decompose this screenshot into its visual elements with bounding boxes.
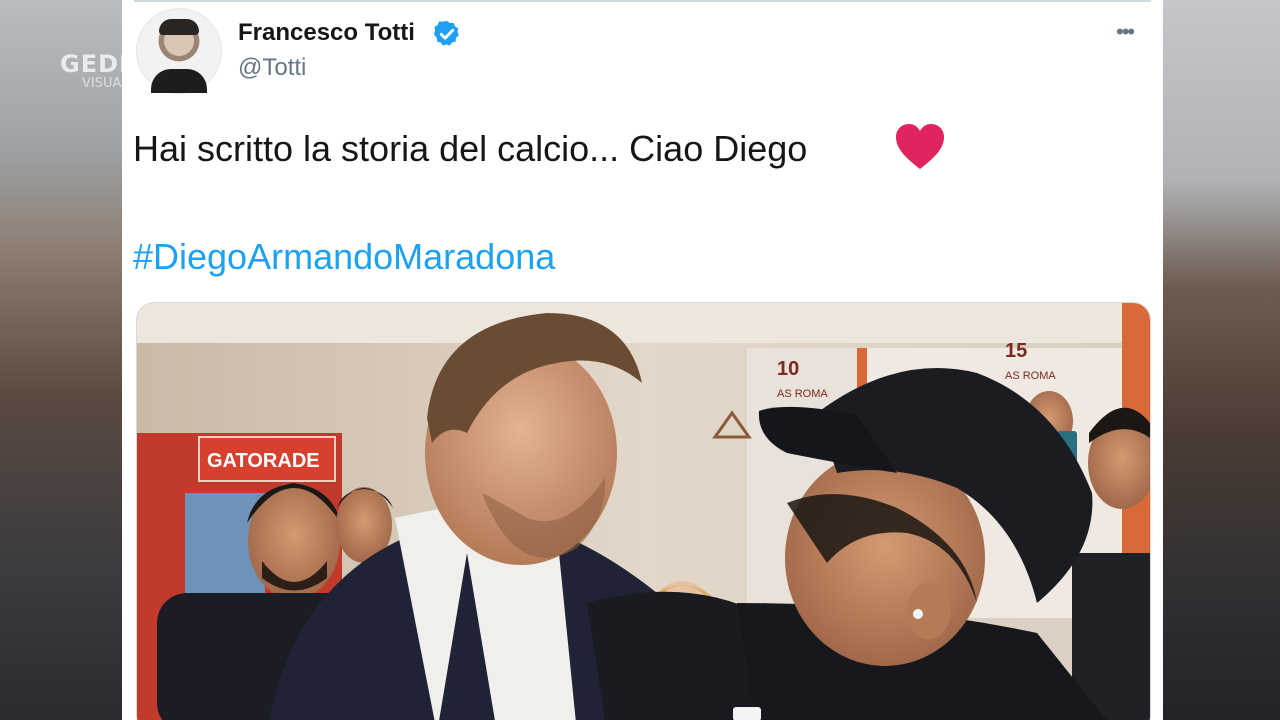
blurred-background-left	[0, 0, 122, 720]
avatar[interactable]	[136, 8, 222, 94]
heart-icon	[896, 124, 944, 169]
shirt-number-15: 15	[1005, 340, 1027, 362]
shirt-text-1: AS ROMA	[777, 388, 828, 400]
more-options-icon[interactable]: •••	[1116, 21, 1135, 43]
author-name[interactable]: Francesco Totti	[238, 19, 415, 47]
tweet-text: Hai scritto la storia del calcio... Ciao…	[133, 128, 808, 169]
tweet-card: Francesco Totti @Totti ••• Hai scritto l…	[122, 0, 1163, 720]
tweet-photo[interactable]: 10 AS ROMA 15 AS ROMA GATORADE	[136, 302, 1151, 720]
avatar-shirt	[151, 69, 207, 93]
shirt-number-10: 10	[777, 358, 799, 380]
blurred-background-right	[1163, 0, 1280, 720]
avatar-hair	[159, 19, 199, 35]
author-handle[interactable]: @Totti	[238, 54, 306, 82]
shirt-text-2: AS ROMA	[1005, 370, 1056, 382]
watermark-logo: GEDI	[60, 50, 129, 78]
photo-illustration: 10 AS ROMA 15 AS ROMA GATORADE	[137, 303, 1150, 720]
gatorade-sign: GATORADE	[207, 450, 320, 472]
hashtag-link[interactable]: #DiegoArmandoMaradona	[133, 236, 555, 278]
divider	[134, 0, 1151, 2]
verified-badge-icon	[433, 20, 459, 46]
